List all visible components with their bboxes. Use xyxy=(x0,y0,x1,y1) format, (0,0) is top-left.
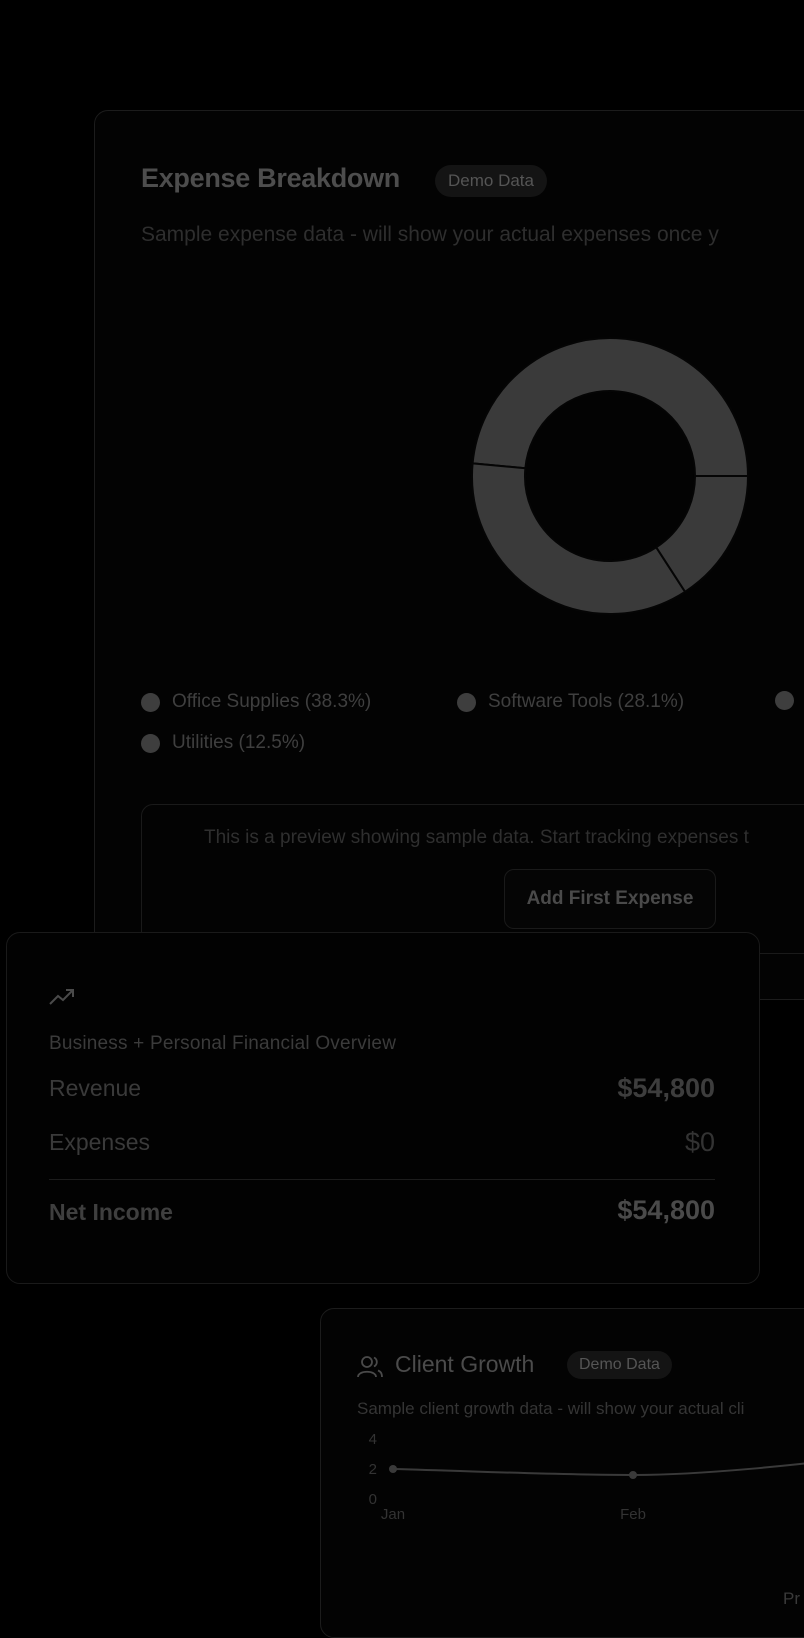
legend-label: Utilities (12.5%) xyxy=(172,732,306,753)
legend-item-utilities[interactable]: Utilities (12.5%) xyxy=(141,732,305,754)
x-tick-label: Feb xyxy=(620,1506,646,1523)
legend-item-software-tools[interactable]: Software Tools (28.1%) xyxy=(457,691,684,713)
financial-overview-card: Business + Personal Financial Overview R… xyxy=(6,932,760,1284)
client-growth-title: Client Growth xyxy=(395,1351,535,1377)
demo-data-badge: Demo Data xyxy=(567,1351,672,1379)
net-income-value: $54,800 xyxy=(617,1195,715,1225)
client-growth-line xyxy=(392,1462,804,1477)
data-point[interactable] xyxy=(389,1465,397,1473)
client-growth-chart: 4 2 0Jan Feb xyxy=(369,1431,804,1523)
legend-dot-icon xyxy=(775,691,794,710)
divider xyxy=(49,1179,715,1180)
expense-title: Expense Breakdown xyxy=(141,163,400,193)
y-tick-label: 4 xyxy=(369,1431,377,1448)
trending-up-icon xyxy=(49,989,74,1005)
legend-item-partial[interactable] xyxy=(775,691,794,710)
donut-slice-office-supplies[interactable] xyxy=(471,337,750,477)
expense-donut-chart xyxy=(471,337,750,615)
users-icon xyxy=(357,1356,383,1378)
legend-dot-icon xyxy=(141,692,160,712)
legend-label: Office Supplies (38.3%) xyxy=(172,691,372,712)
expense-subtitle: Sample expense data - will show your act… xyxy=(141,223,719,246)
client-growth-card: Client Growth Demo Data Sample client gr… xyxy=(320,1308,804,1638)
y-tick-label: 0 xyxy=(369,1491,377,1508)
revenue-value: $54,800 xyxy=(617,1073,715,1103)
client-growth-subtitle: Sample client growth data - will show yo… xyxy=(357,1399,745,1418)
legend-item-office-supplies[interactable]: Office Supplies (38.3%) xyxy=(141,691,371,713)
partial-label: Pr xyxy=(783,1589,800,1608)
legend-label: Software Tools (28.1%) xyxy=(488,691,685,712)
financial-overview-subtitle: Business + Personal Financial Overview xyxy=(49,1033,397,1054)
legend-dot-icon xyxy=(457,692,476,712)
x-tick-label: Jan xyxy=(381,1506,405,1523)
y-tick-label: 2 xyxy=(369,1461,377,1478)
net-income-label: Net Income xyxy=(49,1199,173,1225)
add-first-expense-button[interactable]: Add First Expense xyxy=(504,869,716,929)
data-point[interactable] xyxy=(629,1471,637,1479)
legend-dot-icon xyxy=(141,733,160,753)
expenses-value: $0 xyxy=(684,1127,715,1157)
expenses-label: Expenses xyxy=(49,1129,151,1155)
preview-text: This is a preview showing sample data. S… xyxy=(204,827,749,848)
donut-slice-software-tools[interactable] xyxy=(471,462,687,615)
expense-breakdown-card: Expense Breakdown Demo Data Sample expen… xyxy=(94,110,804,1000)
revenue-label: Revenue xyxy=(49,1075,142,1101)
demo-data-badge: Demo Data xyxy=(435,165,547,197)
